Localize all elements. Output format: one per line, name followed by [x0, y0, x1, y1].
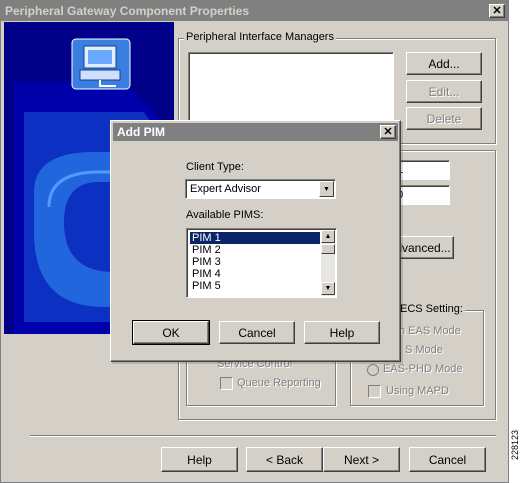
- footer-help-button[interactable]: Help: [161, 447, 238, 472]
- ok-button[interactable]: OK: [132, 320, 210, 345]
- figure-id: 228123: [510, 430, 520, 461]
- using-mapd-checkbox[interactable]: [368, 385, 381, 398]
- delete-button[interactable]: Delete: [406, 107, 482, 130]
- scroll-thumb[interactable]: [321, 244, 335, 254]
- footer-cancel-button[interactable]: Cancel: [409, 447, 486, 472]
- pim-group-label: Peripheral Interface Managers: [184, 31, 336, 43]
- pims-scrollbar[interactable]: ▲ ▼: [321, 230, 335, 296]
- back-button[interactable]: < Back: [246, 447, 323, 472]
- pim-list-item[interactable]: PIM 1: [189, 231, 321, 245]
- scroll-down-icon[interactable]: ▼: [321, 282, 335, 295]
- edit-button[interactable]: Edit...: [406, 80, 482, 103]
- pim-list-item[interactable]: PIM 2: [190, 244, 320, 256]
- chevron-down-icon[interactable]: ▼: [319, 181, 334, 197]
- ecs-s-label: S Mode: [405, 344, 443, 356]
- using-mapd-label: Using MAPD: [386, 385, 449, 397]
- client-type-label: Client Type:: [186, 161, 244, 173]
- dialog-help-button[interactable]: Help: [304, 321, 380, 344]
- dialog-cancel-button[interactable]: Cancel: [219, 321, 295, 344]
- next-button[interactable]: Next >: [323, 447, 400, 472]
- scroll-up-icon[interactable]: ▲: [321, 230, 335, 243]
- add-pim-dialog: Add PIM ✕ Client Type: Expert Advisor ▼ …: [110, 120, 401, 362]
- queue-reporting-label: Queue Reporting: [237, 377, 321, 389]
- pim-list-item[interactable]: PIM 4: [190, 268, 320, 280]
- ecs-eas-label: n EAS Mode: [399, 325, 461, 337]
- queue-reporting-checkbox[interactable]: [220, 377, 233, 390]
- dialog-title: Add PIM: [113, 123, 398, 141]
- pim-list-item[interactable]: PIM 3: [190, 256, 320, 268]
- client-type-value: Expert Advisor: [190, 183, 261, 195]
- ecs-label: ECS Setting:: [398, 303, 465, 315]
- advanced-button[interactable]: dvanced...: [392, 236, 454, 259]
- close-button[interactable]: ✕: [489, 4, 505, 18]
- available-pims-list[interactable]: PIM 1 PIM 2 PIM 3 PIM 4 PIM 5 ▲ ▼: [186, 228, 337, 298]
- available-pims-label: Available PIMS:: [186, 209, 264, 221]
- window-title: Peripheral Gateway Component Properties: [1, 1, 508, 21]
- ecs-easphd-label: EAS-PHD Mode: [383, 363, 463, 375]
- client-type-select[interactable]: Expert Advisor ▼: [185, 179, 336, 199]
- add-button[interactable]: Add...: [406, 52, 482, 75]
- ecs-easphd-radio[interactable]: [367, 364, 379, 376]
- pim-list-item[interactable]: PIM 5: [190, 280, 320, 292]
- footer-separator: [30, 435, 496, 437]
- dialog-close-button[interactable]: ✕: [380, 125, 396, 139]
